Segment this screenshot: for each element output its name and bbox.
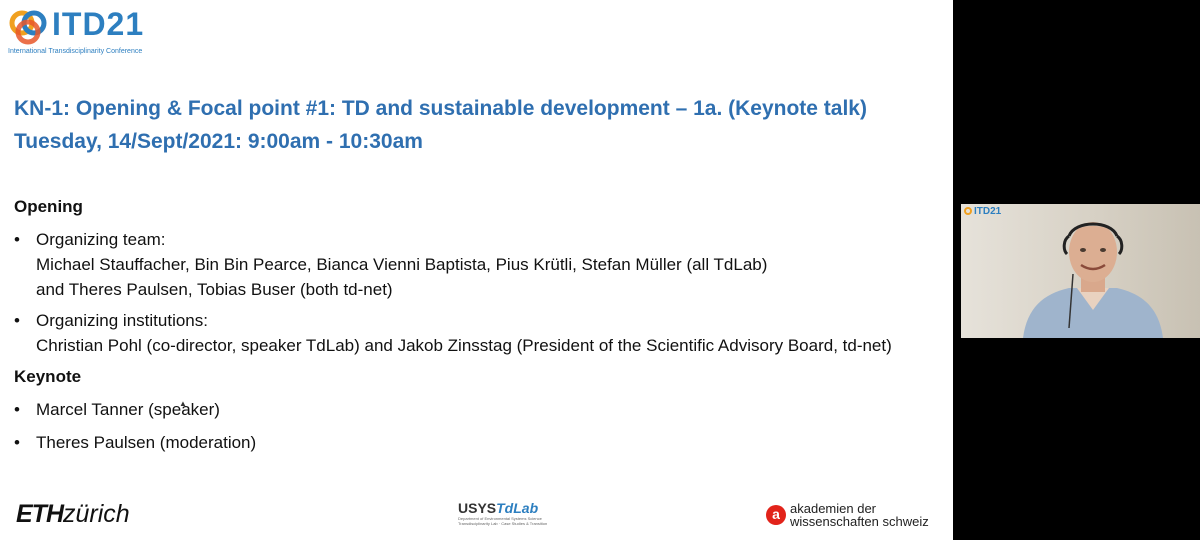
akademien-text: akademien der wissenschaften schweiz — [790, 502, 929, 528]
session-date: Tuesday, 14/Sept/2021: 9:00am - 10:30am — [14, 130, 423, 153]
slide-content: Opening Organizing team: Michael Stauffa… — [14, 194, 892, 455]
opening-list: Organizing team: Michael Stauffacher, Bi… — [14, 227, 892, 358]
rings-logo-icon — [964, 207, 972, 215]
opening-heading: Opening — [14, 197, 83, 216]
list-item: Organizing institutions: Christian Pohl … — [14, 308, 892, 358]
list-item: Marcel Tanner (speaker) — [14, 397, 892, 422]
video-logo: ITD21 — [964, 206, 1001, 217]
video-logo-text: ITD21 — [974, 206, 1002, 217]
usys-accent: TdLab — [496, 500, 539, 516]
list-item: Theres Paulsen (moderation) — [14, 430, 892, 455]
eth-logo-rest: zürich — [63, 500, 130, 528]
akademien-mark-icon: a — [766, 505, 786, 525]
item-line: Michael Stauffacher, Bin Bin Pearce, Bia… — [36, 255, 768, 274]
usys-main: USYS — [458, 500, 497, 516]
logo-subtitle: International Transdisciplinarity Confer… — [8, 48, 143, 55]
eth-logo-bold: ETH — [16, 500, 64, 528]
mouse-cursor-icon: ▲ — [179, 399, 187, 408]
keynote-heading: Keynote — [14, 367, 82, 386]
session-title: KN-1: Opening & Focal point #1: TD and s… — [14, 97, 867, 120]
speaker-person-icon — [1023, 222, 1163, 338]
participant-video-tile[interactable]: ITD21 — [961, 204, 1200, 338]
itd21-logo: ITD21 International Transdisciplinarity … — [8, 6, 168, 60]
akademien-line2: wissenschaften schweiz — [790, 514, 929, 529]
usys-tdlab-logo: USYSTdLab Department of Environmental Sy… — [458, 500, 548, 526]
eth-zurich-logo: ETHzürich — [16, 500, 130, 529]
item-line: and Theres Paulsen, Tobias Buser (both t… — [36, 280, 393, 299]
list-item: Organizing team: Michael Stauffacher, Bi… — [14, 227, 892, 302]
usys-sub2: Transdisciplinarity Lab · Case Studies &… — [458, 521, 548, 526]
logo-brand: ITD21 — [52, 6, 145, 42]
item-line: Christian Pohl (co-director, speaker TdL… — [36, 336, 892, 355]
rings-logo-icon — [9, 10, 47, 45]
item-label: Organizing team: — [36, 230, 166, 249]
session-heading: KN-1: Opening & Focal point #1: TD and s… — [14, 92, 867, 158]
presentation-slide: ITD21 International Transdisciplinarity … — [0, 0, 953, 540]
item-label: Organizing institutions: — [36, 311, 208, 330]
keynote-list: Marcel Tanner (speaker) Theres Paulsen (… — [14, 397, 892, 455]
